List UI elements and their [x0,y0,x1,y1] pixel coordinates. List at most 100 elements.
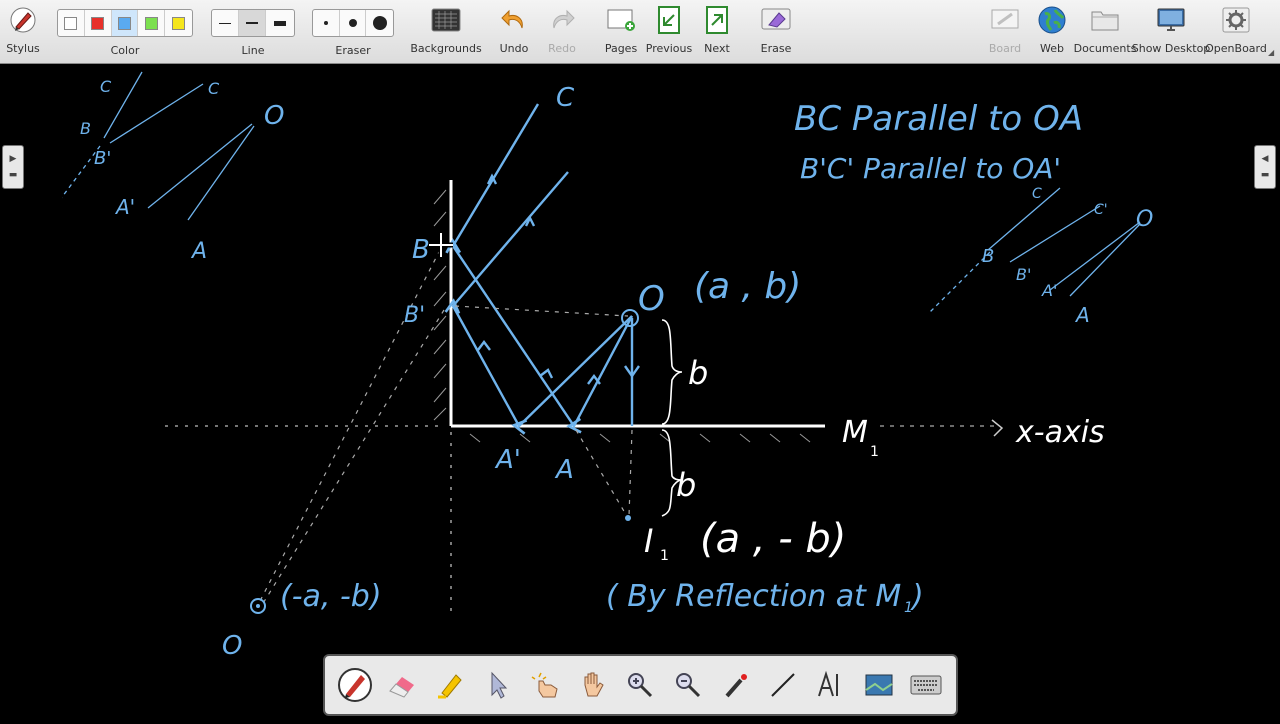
coordinate-image: (a , - b) [700,516,846,562]
label-a: A [554,455,574,485]
eraser-tool-button[interactable] [382,665,422,705]
documents-button[interactable]: Documents [1074,0,1136,64]
sketch-label-a-prime: A' [114,195,135,219]
pages-button[interactable]: Pages [602,0,640,64]
board-drawing: C C O B B' A' A BC Parallel to OA B'C' P… [44,71,1153,661]
interact-tool-button[interactable] [525,665,565,705]
image-point-i1 [625,515,631,521]
redo-arrow-icon [548,0,576,40]
stylus-button[interactable]: Stylus [4,0,42,64]
zoom-out-tool-button[interactable] [668,665,708,705]
note-bc-prime-parallel-oa-prime: B'C' Parallel to OA' [800,152,1061,185]
show-desktop-button[interactable]: Show Desktop [1132,0,1210,64]
redo-label: Redo [548,42,576,55]
next-label: Next [704,42,730,55]
right-sketch-label-b: B [982,246,994,267]
right-sketch-label-b-prime: B' [1016,265,1031,284]
openboard-label: OpenBoard [1205,42,1267,55]
top-left-sketch [44,71,255,221]
color-swatch-red[interactable] [85,10,112,36]
line-icon [771,673,795,697]
text-tool-button[interactable] [811,665,851,705]
laser-pointer-icon [725,674,747,698]
undo-arrow-icon [500,0,528,40]
pen-icon [337,668,372,702]
web-button[interactable]: Web [1034,0,1070,64]
hand-tool-button[interactable] [573,665,613,705]
board-icon [990,0,1020,40]
color-swatch-yellow[interactable] [165,10,192,36]
pointing-hand-icon [531,672,558,698]
left-panel-toggle[interactable]: ▶ ▬ [2,145,24,189]
backgrounds-icon [431,0,461,40]
previous-page-button[interactable]: Previous [646,0,692,64]
line-thin-button[interactable] [212,10,239,36]
eraser-medium-button[interactable] [340,10,367,36]
monitor-icon [1156,0,1186,40]
add-page-icon [606,0,636,40]
right-sketch-label-a: A [1074,303,1090,327]
label-c: C [556,83,575,113]
right-panel: ◀ ▬ [1222,65,1280,720]
line-thick-button[interactable] [266,10,293,36]
label-b-prime: B' [404,303,425,328]
sketch-label-b-prime: B' [94,148,111,169]
label-far-o: O [222,631,242,661]
coordinate-far-image: (-a, -b) [280,579,382,614]
color-swatch-blue[interactable] [111,10,139,36]
erase-label: Erase [760,42,792,55]
documents-label: Documents [1073,42,1137,55]
laser-pointer-tool-button[interactable] [716,665,756,705]
label-a-prime: A' [494,445,521,475]
zoom-in-icon [628,673,653,698]
marker-tool-button[interactable] [430,665,470,705]
undo-label: Undo [499,42,529,55]
eraser-large-button[interactable] [366,10,393,36]
highlighter-icon [438,674,462,699]
color-label: Color [110,44,140,57]
sketch-label-a: A [190,239,207,264]
eraser-small-button[interactable] [313,10,340,36]
mirror-axes [165,180,1004,615]
line-medium-button[interactable] [239,10,266,36]
text-icon [817,670,838,697]
zoom-in-tool-button[interactable] [620,665,660,705]
drawing-board[interactable]: C C O B B' A' A BC Parallel to OA B'C' P… [44,65,1222,720]
color-swatch-green[interactable] [138,10,166,36]
board-mode-button[interactable]: Board [986,0,1024,64]
sketch-label-o: O [264,101,284,131]
redo-button[interactable]: Redo [544,0,580,64]
erase-button[interactable]: Erase [756,0,796,64]
stylus-label: Stylus [6,42,40,55]
backgrounds-button[interactable]: Backgrounds [410,0,482,64]
gear-icon [1221,0,1251,40]
pen-tool-button[interactable] [335,665,375,705]
globe-icon [1037,0,1067,40]
brace-label-lower: b [676,466,696,504]
arrow-pointer-icon [491,671,507,699]
light-rays [444,103,640,435]
next-page-button[interactable]: Next [700,0,734,64]
web-label: Web [1040,42,1064,55]
sketch-label-b: B [80,119,91,138]
color-palette [57,9,193,37]
toolbar-expand-icon[interactable]: ◢ [1268,48,1274,57]
eraser-label: Eraser [335,44,371,57]
right-panel-toggle[interactable]: ◀ ▬ [1254,145,1276,189]
virtual-keyboard-tool-button[interactable] [906,665,946,705]
color-swatch-white[interactable] [58,10,85,36]
selector-tool-button[interactable] [478,665,518,705]
capture-tool-button[interactable] [859,665,899,705]
image-label-subscript: 1 [660,548,669,564]
openboard-menu-button[interactable]: OpenBoard [1205,0,1267,64]
undo-button[interactable]: Undo [496,0,532,64]
reflection-note-close: ) [910,579,924,614]
stylus-icon [8,0,38,40]
reflection-note: ( By Reflection at M [606,579,901,614]
board-label: Board [988,42,1022,55]
expand-right-icon: ▶ [9,154,17,164]
erase-board-icon [761,0,791,40]
backgrounds-label: Backgrounds [410,42,482,55]
label-b: B [412,235,430,265]
line-tool-button[interactable] [763,665,803,705]
